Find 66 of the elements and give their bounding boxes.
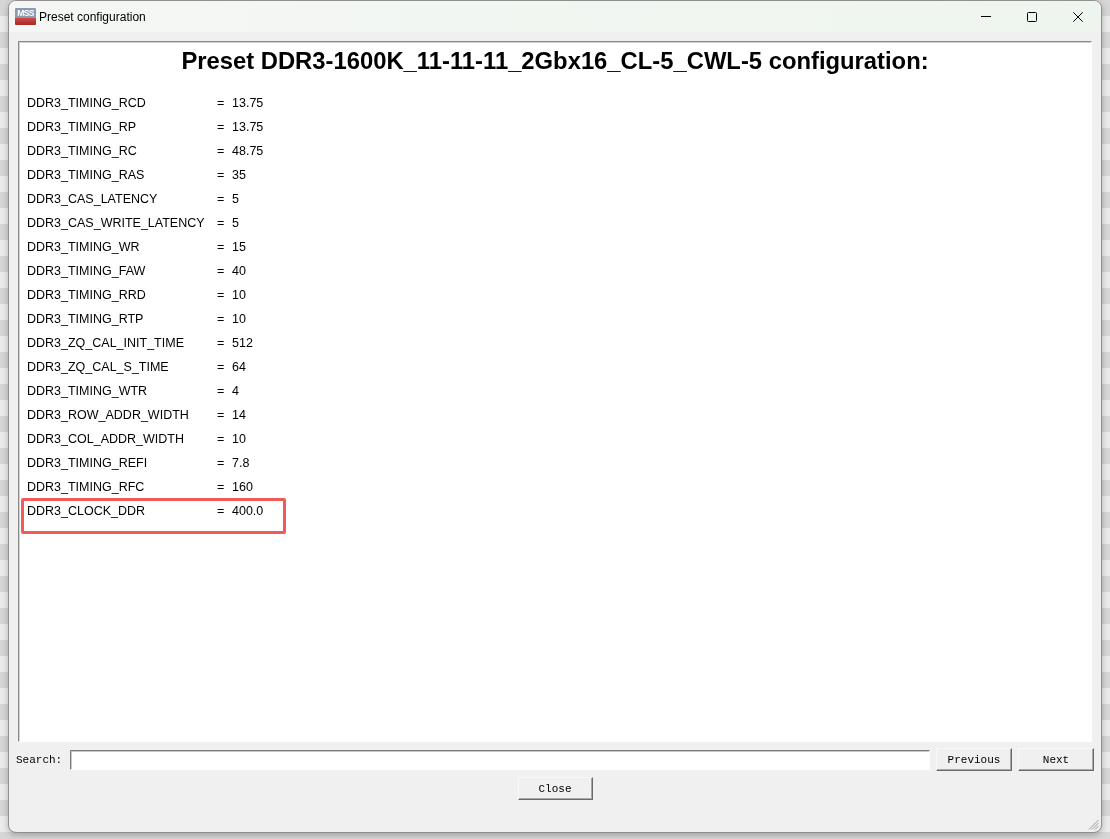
parameter-name: DDR3_ZQ_CAL_S_TIME bbox=[27, 360, 170, 374]
equals-sign: = bbox=[217, 240, 226, 254]
parameter-name: DDR3_TIMING_RRD bbox=[27, 288, 147, 302]
parameter-value: 7.8 bbox=[232, 456, 250, 470]
parameter-name: DDR3_TIMING_FAW bbox=[27, 264, 147, 278]
equals-sign: = bbox=[217, 336, 226, 350]
equals-sign: = bbox=[217, 312, 226, 326]
parameter-name: DDR3_CAS_LATENCY bbox=[27, 192, 159, 206]
parameter-name: DDR3_TIMING_WTR bbox=[27, 384, 149, 398]
equals-sign: = bbox=[217, 432, 226, 446]
parameter-name: DDR3_TIMING_REFI bbox=[27, 456, 149, 470]
equals-sign: = bbox=[217, 216, 226, 230]
previous-button[interactable]: Previous bbox=[936, 748, 1012, 771]
parameter-value: 40 bbox=[232, 264, 246, 278]
parameter-name: DDR3_TIMING_RC bbox=[27, 144, 138, 158]
equals-sign: = bbox=[217, 360, 226, 374]
equals-sign: = bbox=[217, 144, 226, 158]
parameter-name: DDR3_TIMING_WR bbox=[27, 240, 141, 254]
parameter-value: 35 bbox=[232, 168, 246, 182]
parameter-value: 5 bbox=[232, 216, 239, 230]
parameter-name: DDR3_ZQ_CAL_INIT_TIME bbox=[27, 336, 185, 350]
parameter-name: DDR3_CLOCK_DDR bbox=[27, 504, 147, 518]
parameter-value: 4 bbox=[232, 384, 239, 398]
minimize-icon bbox=[981, 16, 991, 17]
parameter-name: DDR3_TIMING_RCD bbox=[27, 96, 147, 110]
parameter-name: DDR3_TIMING_RTP bbox=[27, 312, 145, 326]
parameter-name: DDR3_CAS_WRITE_LATENCY bbox=[27, 216, 206, 230]
parameter-value: 14 bbox=[232, 408, 246, 422]
parameter-value: 64 bbox=[232, 360, 246, 374]
search-label: Search: bbox=[16, 753, 63, 766]
parameter-value: 5 bbox=[232, 192, 239, 206]
equals-sign: = bbox=[217, 384, 226, 398]
parameter-name: DDR3_TIMING_RAS bbox=[27, 168, 146, 182]
search-field[interactable] bbox=[70, 749, 930, 770]
equals-sign: = bbox=[217, 456, 226, 470]
resize-grip-icon[interactable] bbox=[1088, 819, 1099, 830]
equals-sign: = bbox=[217, 120, 226, 134]
equals-sign: = bbox=[217, 288, 226, 302]
parameter-value: 13.75 bbox=[232, 120, 264, 134]
equals-sign: = bbox=[217, 408, 226, 422]
parameter-value: 10 bbox=[232, 432, 246, 446]
equals-sign: = bbox=[217, 480, 226, 494]
parameter-name: DDR3_COL_ADDR_WIDTH bbox=[27, 432, 185, 446]
window-title: Preset configuration bbox=[39, 9, 146, 24]
app-logo: MSS bbox=[15, 8, 36, 25]
parameter-value: 13.75 bbox=[232, 96, 264, 110]
parameter-value: 400.0 bbox=[232, 504, 264, 518]
equals-sign: = bbox=[217, 168, 226, 182]
maximize-icon bbox=[1027, 11, 1037, 22]
equals-sign: = bbox=[217, 504, 226, 518]
parameter-name: DDR3_TIMING_RP bbox=[27, 120, 138, 134]
equals-sign: = bbox=[217, 192, 226, 206]
parameter-value: 10 bbox=[232, 312, 246, 326]
parameter-value: 15 bbox=[232, 240, 246, 254]
parameter-value: 48.75 bbox=[232, 144, 264, 158]
parameter-value: 512 bbox=[232, 336, 253, 350]
equals-sign: = bbox=[217, 264, 226, 278]
parameter-name: DDR3_ROW_ADDR_WIDTH bbox=[27, 408, 190, 422]
close-icon bbox=[1073, 11, 1083, 22]
parameter-value: 10 bbox=[232, 288, 246, 302]
parameter-value: 160 bbox=[232, 480, 253, 494]
config-heading: Preset DDR3-1600K_11-11-11_2Gbx16_CL-5_CWL-5 configuration: bbox=[180, 48, 930, 74]
parameter-name: DDR3_TIMING_RFC bbox=[27, 480, 146, 494]
equals-sign: = bbox=[217, 96, 226, 110]
close-button[interactable]: Close bbox=[517, 777, 593, 800]
next-button[interactable]: Next bbox=[1018, 748, 1094, 771]
